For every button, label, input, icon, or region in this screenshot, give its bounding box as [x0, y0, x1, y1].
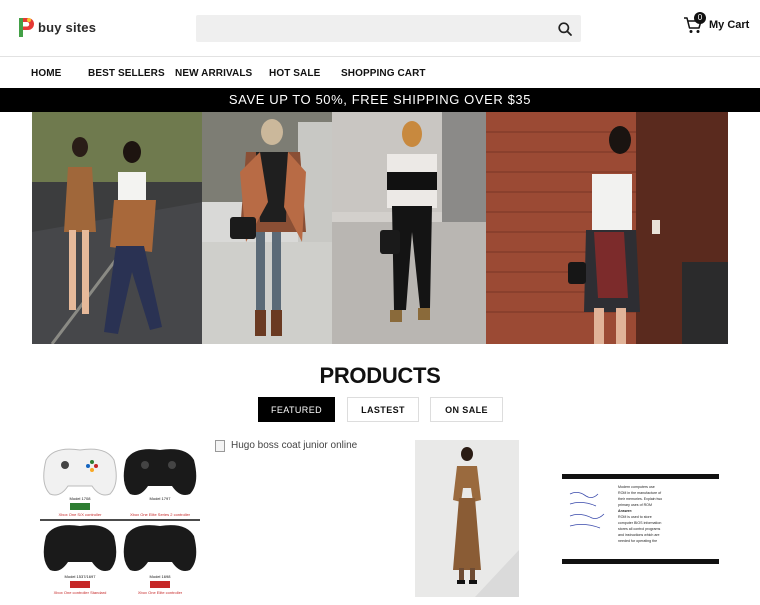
hero-photo-4: [486, 112, 728, 344]
hero-photo-3: [332, 112, 486, 344]
controller-caption-standard: Xbox One controller Standard: [54, 590, 107, 595]
tab-on-sale[interactable]: ON SALE: [430, 397, 503, 422]
note-line-5: Answer:: [618, 509, 632, 513]
broken-image-alt-text: Hugo boss coat junior online: [231, 440, 358, 451]
tab-featured[interactable]: FEATURED: [258, 397, 335, 422]
controller-label-1797: Model 1797: [150, 496, 172, 501]
note-line-2: ROM in the manufacture of: [618, 491, 661, 495]
note-line-8: stores all control programs: [618, 527, 661, 531]
hero-photo-striped-top: [332, 112, 486, 344]
search-bar: [196, 15, 581, 42]
nav-best-sellers[interactable]: BEST SELLERS: [88, 68, 165, 79]
logo-icon: [19, 18, 34, 37]
search-input[interactable]: [196, 15, 536, 42]
hero-photo-brick-wall: [486, 112, 728, 344]
dress-photo: [415, 440, 519, 597]
product-card-controllers[interactable]: Model 1708 Model 1797 Xbox One S/X contr…: [40, 440, 200, 600]
controller-label-1708: Model 1708: [70, 496, 92, 501]
note-line-7: computer BIOS information: [618, 521, 661, 525]
controller-label-1698: Model 1698: [150, 574, 172, 579]
controller-caption-elite: Xbox One Elite controller: [138, 590, 183, 595]
hero-photo-street-women: [32, 112, 202, 344]
brand-name: buy sites: [38, 19, 97, 35]
site-header: buy sites 0 My Cart: [0, 0, 760, 57]
note-line-9: and instructions which are: [618, 533, 660, 537]
hero-photo-2: [202, 112, 332, 344]
hero-photo-1: [32, 112, 202, 344]
nav-shopping-cart[interactable]: SHOPPING CART: [341, 68, 426, 79]
hero-photo-plaid-scarf: [202, 112, 332, 344]
note-line-4: primary uses of ROM: [618, 503, 652, 507]
product-card-note[interactable]: Modern computers use ROM in the manufact…: [562, 474, 719, 564]
product-card-dress[interactable]: [415, 440, 519, 597]
nav-new-arrivals[interactable]: NEW ARRIVALS: [175, 68, 252, 79]
cart-link[interactable]: 0 My Cart: [683, 12, 750, 35]
cart-count-badge: 0: [694, 12, 706, 24]
main-nav: HOME BEST SELLERS NEW ARRIVALS HOT SALE …: [0, 57, 760, 88]
nav-home[interactable]: HOME: [31, 68, 61, 79]
hero-banner[interactable]: [32, 112, 728, 344]
product-card-hugo-boss[interactable]: Hugo boss coat junior online: [215, 440, 395, 452]
broken-image-icon: [215, 440, 225, 452]
note-image: Modern computers use ROM in the manufact…: [562, 474, 719, 564]
controller-label-1537: Model 1537/1697: [65, 574, 97, 579]
controllers-image: Model 1708 Model 1797 Xbox One S/X contr…: [40, 440, 200, 600]
nav-hot-sale[interactable]: HOT SALE: [269, 68, 320, 79]
note-line-1: Modern computers use: [618, 485, 655, 489]
search-icon[interactable]: [557, 21, 573, 37]
products-heading: PRODUCTS: [319, 363, 441, 388]
note-line-6: ROM is used to store: [618, 515, 652, 519]
promo-banner: SAVE UP TO 50%, FREE SHIPPING OVER $35: [0, 88, 760, 112]
cart-label: My Cart: [709, 19, 750, 31]
tab-lastest[interactable]: LASTEST: [347, 397, 419, 422]
note-line-3: their memories. Explain two: [618, 497, 662, 501]
controller-caption-elite2: Xbox One Elite Series 2 controller: [130, 512, 191, 517]
brand-logo[interactable]: buy sites: [18, 16, 96, 38]
cart-icon-wrap: 0: [683, 12, 706, 35]
note-line-10: needed for operating the: [618, 539, 657, 543]
controller-caption-sx: Xbox One S/X controller: [59, 512, 103, 517]
